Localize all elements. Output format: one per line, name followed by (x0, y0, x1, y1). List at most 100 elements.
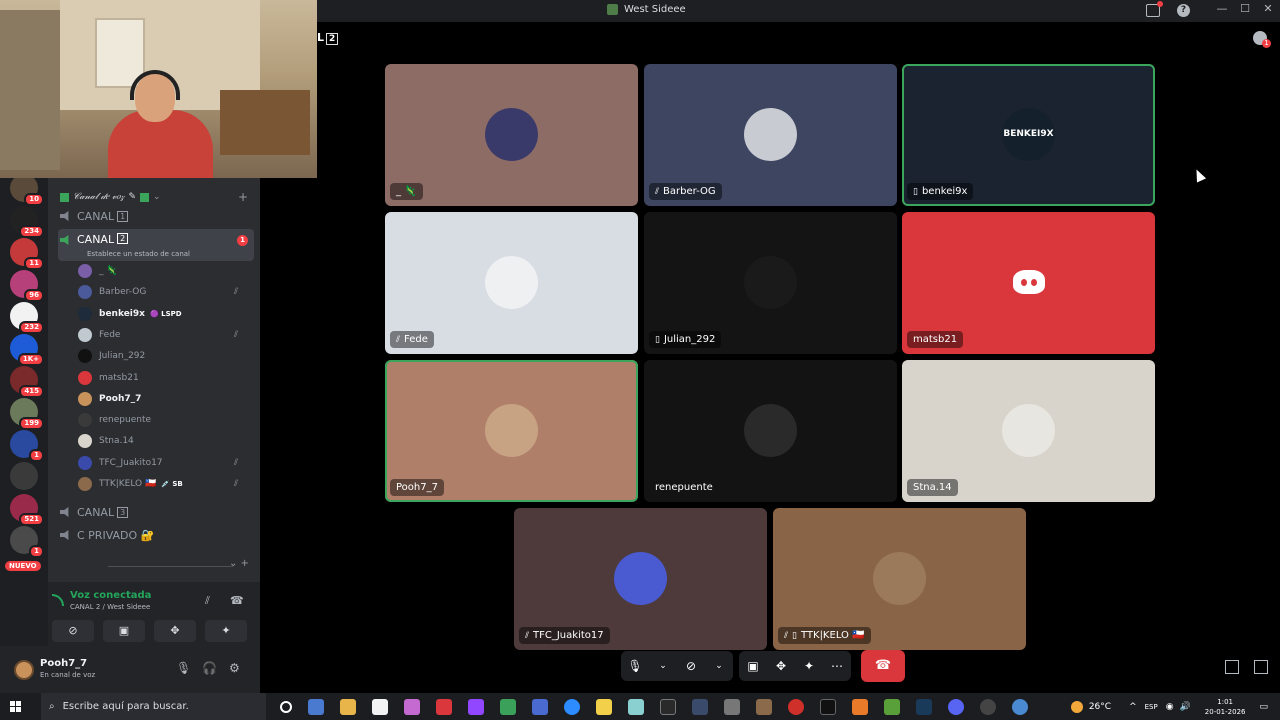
participant-tile[interactable]: BENKEI9X ▯ benkei9x (902, 64, 1155, 206)
tiktok-icon[interactable] (820, 698, 836, 715)
headphones-icon[interactable]: 🎧 (202, 661, 217, 675)
voice-member[interactable]: Stna.14 (78, 431, 248, 451)
activities-button[interactable]: ✥ (154, 620, 196, 642)
copilot-icon[interactable] (404, 698, 420, 715)
app-gray-icon[interactable] (980, 698, 996, 715)
activities-button[interactable]: ✥ (767, 651, 795, 681)
notepad-icon[interactable] (372, 698, 388, 715)
server-icon[interactable]: 521 (10, 494, 44, 526)
voice-member[interactable]: Fede ⫽ (78, 325, 248, 345)
signal-icon[interactable] (52, 594, 64, 606)
voice-member[interactable]: Julian_292 (78, 346, 248, 366)
app-brown-icon[interactable] (756, 698, 772, 715)
server-icon[interactable]: 1K+ (10, 334, 44, 366)
channel-canal-3[interactable]: CANAL 3 (58, 502, 254, 522)
noise-suppression-icon[interactable]: ⫽ (205, 594, 210, 608)
camera-options-chevron-icon[interactable]: ⌄ (705, 651, 733, 681)
opera-icon[interactable] (788, 698, 804, 715)
channel-status[interactable]: Establece un estado de canal (87, 250, 190, 258)
server-icon[interactable]: 1 (10, 430, 44, 462)
app-teal-icon[interactable] (628, 698, 644, 715)
voice-member[interactable]: benkei9x 🟣 LSPD (78, 304, 248, 324)
participant-tile[interactable]: ▯ Julian_292 (644, 212, 897, 354)
settings-icon[interactable] (724, 698, 740, 715)
participant-tile[interactable]: _ 🦎 (385, 64, 638, 206)
microphone-icon[interactable]: 🎙 (176, 661, 191, 675)
discord-icon[interactable] (948, 698, 964, 715)
participant-tile[interactable]: ⫽ ▯ TTK|KELO 🇨🇱 (773, 508, 1026, 650)
participant-tile[interactable]: Pooh7_7 (385, 360, 638, 502)
maximize-icon[interactable]: ☐ (1234, 2, 1256, 15)
steam-icon[interactable] (916, 698, 932, 715)
notification-icon[interactable] (1253, 31, 1271, 48)
user-name[interactable]: Pooh7_7 (40, 658, 87, 669)
voice-member[interactable]: renepuente (78, 410, 248, 430)
taskbar-search[interactable]: ⌕ Escribe aquí para buscar. (41, 693, 266, 720)
language-indicator[interactable]: ESP (1145, 703, 1158, 711)
server-icon[interactable]: 234 (10, 206, 44, 238)
app-green-icon[interactable] (500, 698, 516, 715)
volume-icon[interactable]: 🔊 (1180, 702, 1191, 712)
server-icon[interactable]: 415 (10, 366, 44, 398)
server-icon[interactable]: 11 (10, 238, 44, 270)
server-icon[interactable]: 232 (10, 302, 44, 334)
capcut-icon[interactable] (660, 698, 676, 715)
participant-tile[interactable]: ⫽ Barber-OG (644, 64, 897, 206)
voice-member[interactable]: Pooh7_7 (78, 389, 248, 409)
weather-temp[interactable]: 26°C (1089, 702, 1111, 712)
file-explorer-icon[interactable] (340, 698, 356, 715)
server-icon[interactable]: 10 (10, 174, 44, 206)
participant-tile[interactable]: matsb21 (902, 212, 1155, 354)
pop-out-icon[interactable] (1225, 660, 1239, 674)
inbox-icon[interactable] (1146, 1, 1163, 17)
add-channel-icon[interactable]: + (238, 190, 248, 204)
twitch-icon[interactable] (468, 698, 484, 715)
minimize-icon[interactable]: — (1211, 2, 1233, 15)
fullscreen-icon[interactable] (1254, 660, 1268, 674)
participant-tile[interactable]: ⫽ Fede (385, 212, 638, 354)
voice-member[interactable]: TFC_Juakito17 ⫽ (78, 453, 248, 473)
voice-member[interactable]: matsb21 (78, 368, 248, 388)
server-icon[interactable]: 1 (10, 526, 44, 558)
task-view-icon[interactable] (308, 698, 324, 715)
microphone-button[interactable]: 🎙 (621, 651, 649, 681)
network-icon[interactable]: ◉ (1166, 702, 1174, 712)
channel-c-privado[interactable]: C PRIVADO 🔐 (58, 525, 254, 545)
app-red-icon[interactable] (436, 698, 452, 715)
voice-member[interactable]: _ 🦎 (78, 261, 248, 281)
clock[interactable]: 1:01 20-01-2026 (1205, 697, 1246, 717)
minecraft-icon[interactable] (884, 698, 900, 715)
chrome-icon[interactable] (1012, 698, 1028, 715)
mic-options-chevron-icon[interactable]: ⌄ (649, 651, 677, 681)
app-orange-icon[interactable] (852, 698, 868, 715)
more-options-button[interactable]: ⋯ (823, 651, 851, 681)
camera-off-button[interactable]: ⊘ (677, 651, 705, 681)
soundboard-button[interactable]: ✦ (795, 651, 823, 681)
zoom-icon[interactable] (564, 698, 580, 715)
participant-tile[interactable]: renepuente (644, 360, 897, 502)
disconnect-icon[interactable]: ☎ (230, 594, 244, 607)
soundboard-button[interactable]: ✦ (205, 620, 247, 642)
server-icon[interactable]: 96 (10, 270, 44, 302)
channel-canal-2[interactable]: CANAL 2 Establece un estado de canal 1 (58, 229, 254, 261)
add-category-icon[interactable]: ⌄ + (229, 558, 249, 569)
close-icon[interactable]: ✕ (1257, 2, 1279, 15)
hang-up-button[interactable]: ☎ (861, 650, 905, 682)
windows-start-icon[interactable] (10, 701, 21, 712)
voice-member[interactable]: TTK|KELO 🇨🇱 💉 SB ⫽ (78, 474, 248, 494)
sticky-notes-icon[interactable] (596, 698, 612, 715)
chevron-up-icon[interactable]: ^ (1129, 702, 1137, 712)
settings-gear-icon[interactable]: ⚙ (229, 661, 240, 675)
voice-category[interactable]: 𝒞𝒶𝓃𝒶𝓁 𝒹𝑒 𝓋𝑜𝓏 ✎ ⌄ (60, 192, 161, 202)
participant-tile[interactable]: ⫽ TFC_Juakito17 (514, 508, 767, 650)
server-icon[interactable] (10, 462, 38, 490)
server-icon[interactable]: 199 (10, 398, 44, 430)
app-dark-icon[interactable] (692, 698, 708, 715)
app-blue-icon[interactable] (532, 698, 548, 715)
camera-off-button[interactable]: ⊘ (52, 620, 94, 642)
help-icon[interactable]: ? (1177, 4, 1190, 17)
weather-icon[interactable] (1070, 700, 1083, 713)
avatar[interactable] (14, 660, 34, 680)
channel-canal-1[interactable]: CANAL 1 (58, 206, 254, 226)
screen-share-button[interactable]: ▣ (739, 651, 767, 681)
